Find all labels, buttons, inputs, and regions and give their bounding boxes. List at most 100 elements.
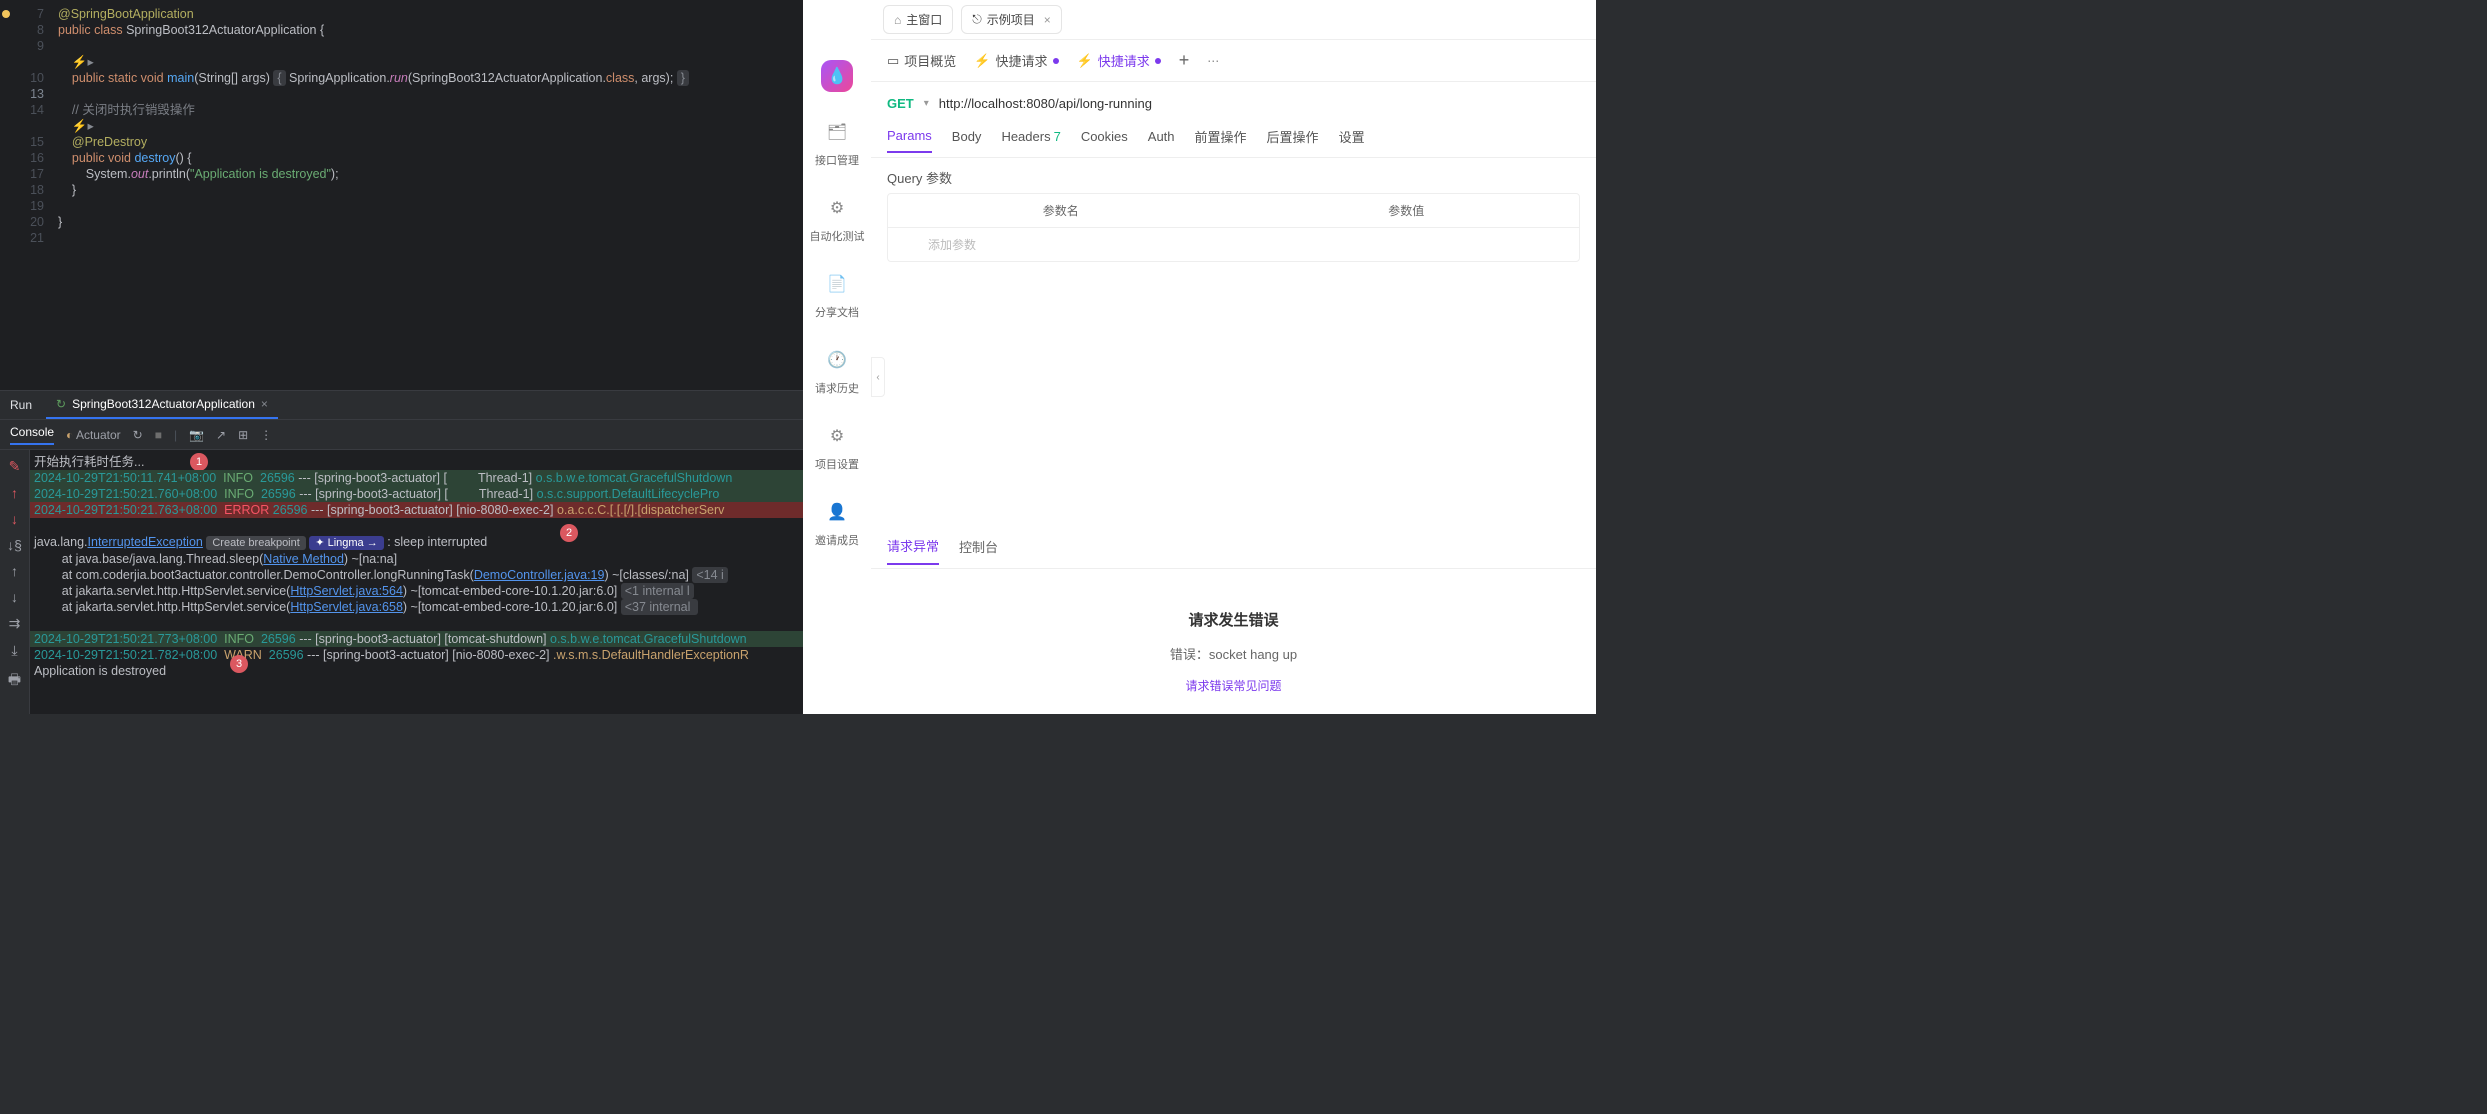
code-line[interactable]: public void destroy() { bbox=[58, 150, 803, 166]
col-value: 参数值 bbox=[1234, 194, 1580, 227]
code-line[interactable] bbox=[58, 230, 803, 246]
lingma-pill[interactable]: ✦ Lingma → bbox=[309, 536, 383, 550]
code-line[interactable]: ⚡▸ bbox=[58, 54, 803, 70]
response-tab[interactable]: 控制台 bbox=[959, 537, 998, 564]
config-tab[interactable]: 设置 bbox=[1339, 127, 1365, 154]
code-line[interactable]: @PreDestroy bbox=[58, 134, 803, 150]
config-tab[interactable]: 后置操作 bbox=[1267, 127, 1319, 154]
code-area[interactable]: @SpringBootApplicationpublic class Sprin… bbox=[50, 0, 803, 390]
sort-icon[interactable]: ↓§ bbox=[7, 537, 22, 553]
console-output[interactable]: 开始执行耗时任务...12024-10-29T21:50:11.741+08:0… bbox=[30, 450, 803, 714]
code-line[interactable] bbox=[58, 86, 803, 102]
request-tab[interactable]: ⚡快捷请求 bbox=[974, 51, 1058, 70]
close-icon[interactable]: × bbox=[1044, 13, 1051, 27]
run-toolbar: Console ◐ Actuator ↻ ■ | 📷 ↗ ⊞ ⋮ bbox=[0, 420, 803, 450]
code-line[interactable]: ⚡▸ bbox=[58, 118, 803, 134]
config-tab[interactable]: Body bbox=[952, 129, 982, 152]
config-tab[interactable]: Auth bbox=[1148, 129, 1175, 152]
run-panel-header: Run ↻ SpringBoot312ActuatorApplication × bbox=[0, 390, 803, 420]
bolt-icon: ▭ bbox=[887, 53, 899, 69]
down-icon[interactable]: ↓ bbox=[11, 511, 18, 527]
add-tab-button[interactable]: + bbox=[1179, 50, 1190, 71]
config-tab[interactable]: Headers7 bbox=[1001, 129, 1060, 152]
request-tab[interactable]: ▭项目概览 bbox=[887, 51, 956, 70]
code-line[interactable] bbox=[58, 198, 803, 214]
filter-icon[interactable]: ✎ bbox=[9, 458, 21, 475]
unsaved-dot-icon bbox=[1053, 58, 1059, 64]
sidebar-item[interactable]: 🕐请求历史 bbox=[815, 344, 859, 396]
sidebar-item[interactable]: 📄分享文档 bbox=[815, 268, 859, 320]
actuator-tab[interactable]: ◐ Actuator bbox=[66, 428, 121, 442]
scroll-end-icon[interactable]: ⤓ bbox=[11, 642, 17, 659]
sidebar-item[interactable]: 👤 邀请成员 bbox=[815, 496, 859, 548]
error-message: 错误：socket hang up bbox=[1170, 644, 1297, 663]
example-project-tab[interactable]: ⎋ 示例项目 × bbox=[961, 5, 1062, 34]
code-line[interactable] bbox=[58, 38, 803, 54]
http-method[interactable]: GET bbox=[887, 96, 914, 111]
code-line[interactable]: @SpringBootApplication bbox=[58, 6, 803, 22]
code-editor[interactable]: 7▶89▶10131415161718192021 @SpringBootApp… bbox=[0, 0, 803, 390]
config-tab[interactable]: Cookies bbox=[1081, 129, 1128, 152]
tab-label: 快捷请求 bbox=[1098, 51, 1150, 70]
line-number: 14 bbox=[0, 102, 50, 118]
stack-line[interactable]: at java.base/java.lang.Thread.sleep(Nati… bbox=[30, 551, 803, 567]
sidebar-item[interactable]: ⚙自动化测试 bbox=[810, 192, 865, 244]
stack-line[interactable]: at jakarta.servlet.http.HttpServlet.serv… bbox=[30, 599, 803, 615]
stack-line[interactable]: at com.coderjia.boot3actuator.controller… bbox=[30, 567, 803, 583]
rerun-icon[interactable]: ↻ bbox=[133, 428, 143, 442]
url-input[interactable] bbox=[939, 96, 1580, 111]
config-tab[interactable]: 前置操作 bbox=[1195, 127, 1247, 154]
stack-line[interactable]: at jakarta.servlet.http.HttpServlet.serv… bbox=[30, 583, 803, 599]
console-line: 开始执行耗时任务...1 bbox=[30, 454, 803, 470]
code-line[interactable]: System.out.println("Application is destr… bbox=[58, 166, 803, 182]
scroll-up-icon[interactable]: ↑ bbox=[11, 563, 18, 579]
camera-icon[interactable]: 📷 bbox=[189, 428, 204, 442]
collapse-sidebar-icon[interactable]: ‹ bbox=[871, 357, 885, 397]
up-icon[interactable]: ↑ bbox=[11, 485, 18, 501]
response-tab[interactable]: 请求异常 bbox=[887, 536, 939, 565]
log-line: 2024-10-29T21:50:11.741+08:00 INFO 26596… bbox=[30, 470, 803, 486]
more-icon[interactable]: ⋮ bbox=[260, 428, 272, 442]
sidebar-icon: ⚙ bbox=[821, 420, 853, 452]
breakpoint-icon[interactable] bbox=[2, 10, 10, 18]
sidebar-item[interactable]: 🗂接口管理 bbox=[815, 116, 859, 168]
sidebar-label: 邀请成员 bbox=[815, 532, 859, 548]
stop-icon[interactable]: ■ bbox=[155, 428, 162, 442]
run-title: Run bbox=[10, 398, 32, 412]
code-line[interactable]: } bbox=[58, 182, 803, 198]
close-icon[interactable]: × bbox=[261, 397, 268, 411]
create-breakpoint-pill[interactable]: Create breakpoint bbox=[206, 536, 305, 550]
share-icon: ⎋ bbox=[972, 12, 982, 27]
run-config-tab[interactable]: ↻ SpringBoot312ActuatorApplication × bbox=[46, 391, 278, 419]
print-icon[interactable]: 🖶 bbox=[8, 669, 21, 693]
layout-icon[interactable]: ⊞ bbox=[238, 428, 248, 442]
line-number: 15 bbox=[0, 134, 50, 150]
export-icon[interactable]: ↗ bbox=[216, 428, 226, 442]
sidebar-icon: 👤 bbox=[821, 496, 853, 528]
add-param-placeholder: 添加参数 bbox=[888, 228, 1248, 261]
code-line[interactable]: // 关闭时执行销毁操作 bbox=[58, 102, 803, 118]
line-number: 21 bbox=[0, 230, 50, 246]
code-line[interactable]: public class SpringBoot312ActuatorApplic… bbox=[58, 22, 803, 38]
error-help-link[interactable]: 请求错误常见问题 bbox=[1185, 677, 1281, 694]
line-number: 13 bbox=[0, 86, 50, 102]
sidebar-item[interactable]: ⚙项目设置 bbox=[815, 420, 859, 472]
config-tab[interactable]: Params bbox=[887, 128, 932, 153]
wrap-icon[interactable]: ⇉ bbox=[9, 615, 21, 632]
more-tabs-icon[interactable]: ⋯ bbox=[1207, 54, 1221, 68]
console-tab[interactable]: Console bbox=[10, 425, 54, 445]
code-line[interactable]: public static void main(String[] args) {… bbox=[58, 70, 803, 86]
sidebar-item[interactable]: 💧 bbox=[821, 60, 853, 92]
bolt-icon: ⚡ bbox=[974, 53, 990, 69]
example-project-label: 示例项目 bbox=[987, 11, 1035, 28]
sidebar-icon: 📄 bbox=[821, 268, 853, 300]
request-tab[interactable]: ⚡快捷请求 bbox=[1077, 51, 1161, 70]
add-param-row[interactable]: 添加参数 bbox=[888, 228, 1579, 261]
scroll-down-icon[interactable]: ↓ bbox=[11, 589, 18, 605]
code-line[interactable]: } bbox=[58, 214, 803, 230]
console-line bbox=[30, 518, 803, 534]
main-window-tab[interactable]: ⌂ 主窗口 bbox=[883, 5, 953, 34]
line-number: 17 bbox=[0, 166, 50, 182]
api-sidebar: 💧 🗂接口管理 ⚙自动化测试 📄分享文档 🕐请求历史 ⚙项目设置 👤 邀请成员 bbox=[803, 0, 871, 714]
method-dropdown-icon[interactable]: ▾ bbox=[924, 98, 929, 109]
